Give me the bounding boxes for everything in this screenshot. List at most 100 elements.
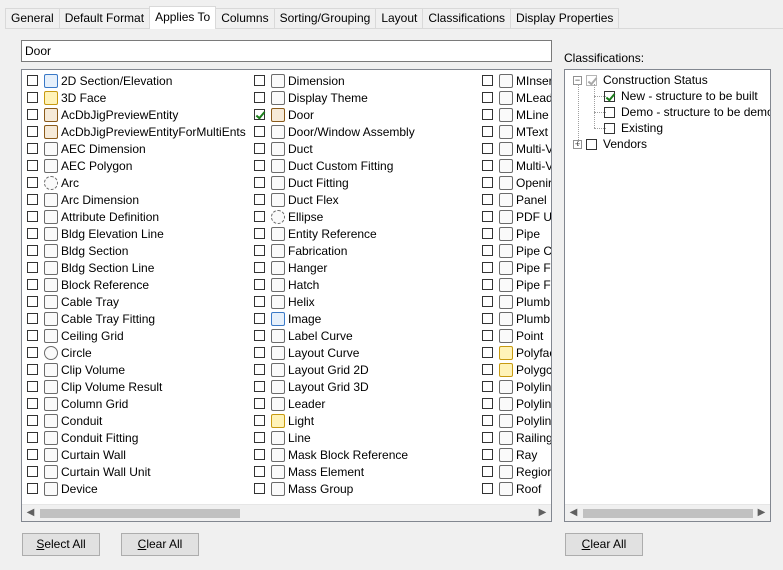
object-type-list[interactable]: 2D Section/Elevation 3D Face AcDbJigPrevie… [21,69,552,522]
list-item[interactable]: Arc Dimension [27,191,246,208]
tab-layout[interactable]: Layout [375,8,424,28]
item-checkbox[interactable] [482,126,493,137]
list-item[interactable]: Clip Volume Result [27,378,246,395]
list-item[interactable]: Bldg Section [27,242,246,259]
list-item[interactable]: Plumb [482,310,551,327]
item-checkbox[interactable] [27,92,38,103]
list-item[interactable]: Point [482,327,551,344]
item-checkbox[interactable] [27,228,38,239]
list-item[interactable]: Conduit Fitting [27,429,246,446]
item-checkbox[interactable] [482,262,493,273]
list-item[interactable]: Mask Block Reference [254,446,415,463]
list-item[interactable]: PDF Ur [482,208,551,225]
item-checkbox[interactable] [254,160,265,171]
list-item[interactable]: MInser [482,72,551,89]
item-checkbox[interactable] [482,228,493,239]
list-item[interactable]: Arc [27,174,246,191]
item-checkbox[interactable] [482,75,493,86]
tab-columns[interactable]: Columns [215,8,275,28]
item-checkbox[interactable] [254,347,265,358]
item-checkbox[interactable] [254,381,265,392]
item-checkbox[interactable] [254,126,265,137]
tab-applies-to[interactable]: Applies To [149,6,217,29]
list-item[interactable]: Layout Curve [254,344,415,361]
item-checkbox[interactable] [482,432,493,443]
horizontal-scrollbar[interactable]: ◀ ▶ [22,504,551,521]
classifications-tree[interactable]: ◀ ▶ − Construction Status New - structure … [564,69,771,522]
list-item[interactable]: Cable Tray Fitting [27,310,246,327]
tree-node[interactable]: New - structure to be built [589,88,758,104]
list-item[interactable]: Attribute Definition [27,208,246,225]
item-checkbox[interactable] [254,211,265,222]
list-item[interactable]: Openir [482,174,551,191]
list-item[interactable]: Cable Tray [27,293,246,310]
item-checkbox[interactable] [27,194,38,205]
list-item[interactable]: Bldg Section Line [27,259,246,276]
list-item[interactable]: Pipe Fl [482,276,551,293]
list-item[interactable]: Helix [254,293,415,310]
item-checkbox[interactable] [27,177,38,188]
item-checkbox[interactable] [27,279,38,290]
item-checkbox[interactable] [482,296,493,307]
item-checkbox[interactable] [482,279,493,290]
item-checkbox[interactable] [254,228,265,239]
item-checkbox[interactable] [254,415,265,426]
list-item[interactable]: Ray [482,446,551,463]
item-checkbox[interactable] [254,483,265,494]
list-item[interactable]: 3D Face [27,89,246,106]
list-item[interactable]: Light [254,412,415,429]
item-checkbox[interactable] [482,347,493,358]
item-checkbox[interactable] [254,262,265,273]
item-checkbox[interactable] [482,381,493,392]
item-checkbox[interactable] [254,364,265,375]
list-item[interactable]: Layout Grid 3D [254,378,415,395]
item-checkbox[interactable] [482,330,493,341]
item-checkbox[interactable] [254,432,265,443]
list-item[interactable]: Pipe C [482,242,551,259]
item-checkbox[interactable] [254,398,265,409]
tab-default-format[interactable]: Default Format [58,8,151,28]
tab-general[interactable]: General [5,8,60,28]
item-checkbox[interactable] [482,466,493,477]
list-item[interactable]: Door [254,106,415,123]
item-checkbox[interactable] [254,330,265,341]
list-item[interactable]: AEC Dimension [27,140,246,157]
item-checkbox[interactable] [482,92,493,103]
item-checkbox[interactable] [482,211,493,222]
list-item[interactable]: Curtain Wall Unit [27,463,246,480]
item-checkbox[interactable] [27,109,38,120]
list-item[interactable]: Clip Volume [27,361,246,378]
item-checkbox[interactable] [27,398,38,409]
list-item[interactable]: Display Theme [254,89,415,106]
item-checkbox[interactable] [27,75,38,86]
item-checkbox[interactable] [27,211,38,222]
list-item[interactable]: Roof [482,480,551,497]
list-item[interactable]: Multi-V [482,140,551,157]
list-item[interactable]: Railing [482,429,551,446]
list-item[interactable]: Multi-V [482,157,551,174]
item-checkbox[interactable] [482,245,493,256]
item-checkbox[interactable] [254,449,265,460]
item-checkbox[interactable] [27,449,38,460]
scrollbar-thumb[interactable] [40,509,240,518]
item-checkbox[interactable] [482,160,493,171]
list-item[interactable]: Pipe Fi [482,259,551,276]
tree-scroll-left-arrow-icon[interactable]: ◀ [565,505,582,521]
select-all-button[interactable]: Select All [22,533,100,556]
tab-sorting-grouping[interactable]: Sorting/Grouping [273,8,377,28]
item-checkbox[interactable] [27,466,38,477]
list-item[interactable]: Duct Fitting [254,174,415,191]
item-checkbox[interactable] [482,415,493,426]
scroll-right-arrow-icon[interactable]: ▶ [534,505,551,521]
item-checkbox[interactable] [254,143,265,154]
item-checkbox[interactable] [254,109,265,120]
item-checkbox[interactable] [482,143,493,154]
item-checkbox[interactable] [27,483,38,494]
clear-all-classifications-button[interactable]: Clear All [565,533,643,556]
list-item[interactable]: Hanger [254,259,415,276]
item-checkbox[interactable] [27,296,38,307]
list-item[interactable]: Polylin [482,395,551,412]
list-item[interactable]: Label Curve [254,327,415,344]
list-item[interactable]: MLead [482,89,551,106]
list-item[interactable]: Entity Reference [254,225,415,242]
